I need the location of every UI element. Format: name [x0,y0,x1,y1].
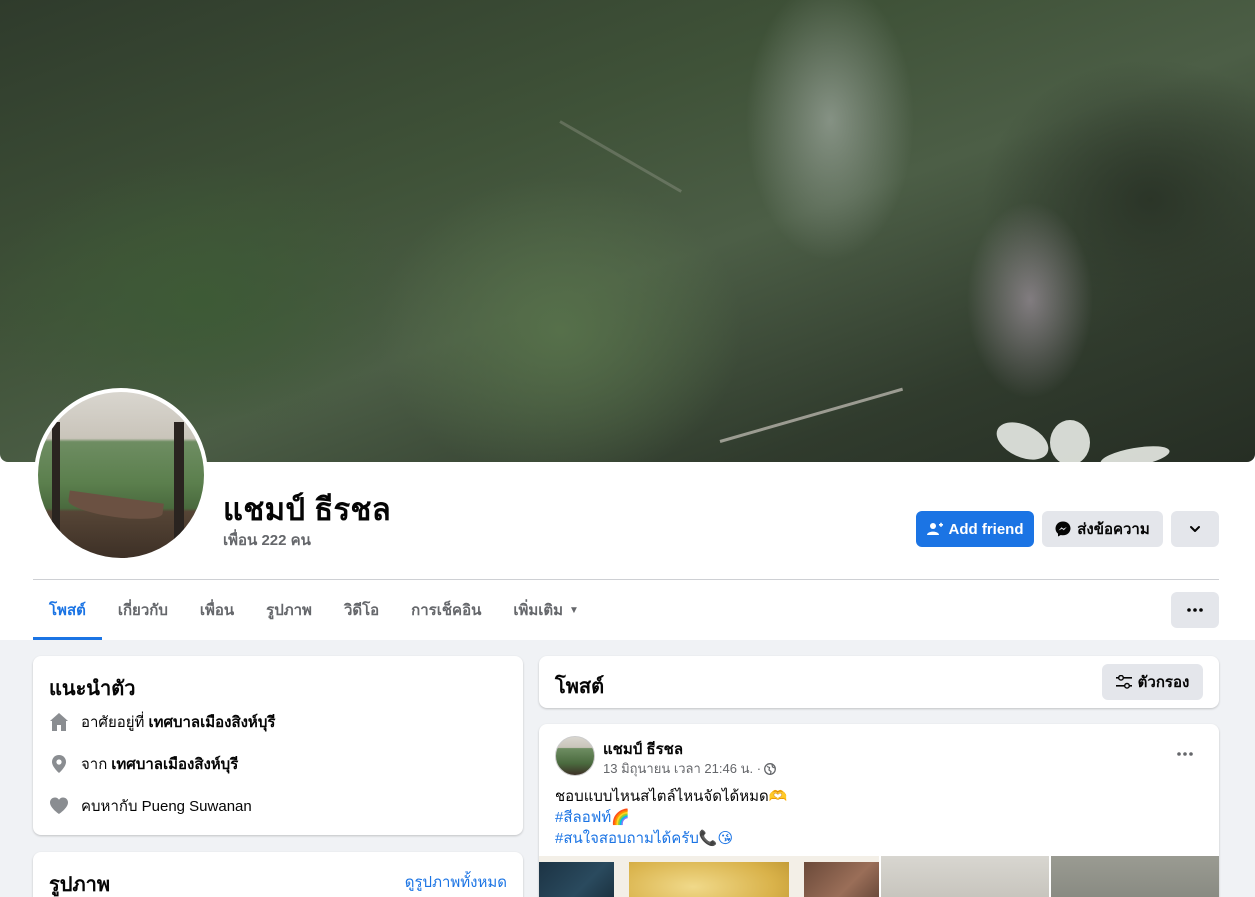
relationship-text: คบหากับ Pueng Suwanan [81,798,252,815]
location-pin-icon [49,754,69,774]
intro-from: จาก เทศบาลเมืองสิงห์บุรี [49,752,238,776]
profile-picture[interactable] [34,388,208,562]
ellipsis-icon [1177,752,1193,756]
lives-in-prefix: อาศัยอยู่ที่ [81,714,145,731]
intro-title: แนะนำตัว [49,678,136,700]
profile-name: แชมป์ ธีรชล [223,492,392,527]
tab-more[interactable]: เพิ่มเติม ▼ [497,580,595,640]
post-photo-3[interactable] [1051,856,1219,897]
tab-photos[interactable]: รูปภาพ [250,580,328,640]
tab-videos[interactable]: วิดีโอ [328,580,395,640]
photos-card: รูปภาพ ดูรูปภาพทั้งหมด [33,852,523,897]
tab-more-label: เพิ่มเติม [513,602,564,619]
posts-title: โพสต์ [555,676,605,698]
messenger-icon [1055,521,1071,537]
hashtag-link-2[interactable]: #สนใจสอบถามได้ครับ📞😘 [555,828,787,849]
cover-photo[interactable] [0,0,1255,462]
add-person-icon [926,522,943,535]
post-line-1: ชอบแบบไหนสไตล์ไหนจัดได้หมด🫶 [555,788,788,805]
post-text: ชอบแบบไหนสไตล์ไหนจัดได้หมด🫶 #สีลอฟท์🌈 #ส… [555,786,787,849]
profile-header: แชมป์ ธีรชล เพื่อน 222 คน Add friend ส่ง… [0,0,1255,640]
ellipsis-icon [1187,608,1203,612]
more-options-dropdown-button[interactable] [1171,511,1219,547]
post-author-avatar[interactable] [555,736,595,776]
tab-checkins-label: การเช็คอิน [411,602,482,619]
intro-card: แนะนำตัว อาศัยอยู่ที่ เทศบาลเมืองสิงห์บุ… [33,656,523,835]
post-timestamp[interactable]: 13 มิถุนายน เวลา 21:46 น. · [603,758,761,779]
tab-friends-label: เพื่อน [199,602,235,619]
hashtag-link-1[interactable]: #สีลอฟท์🌈 [555,807,787,828]
from-place[interactable]: เทศบาลเมืองสิงห์บุรี [111,752,238,776]
filter-sliders-icon [1115,675,1132,689]
tab-about[interactable]: เกี่ยวกับ [102,580,184,640]
message-button[interactable]: ส่งข้อความ [1042,511,1163,547]
post-options-button[interactable] [1167,742,1203,766]
tab-posts-label: โพสต์ [49,602,86,619]
heart-icon [49,796,69,816]
caret-down-icon: ▼ [569,604,579,616]
intro-lives-in: อาศัยอยู่ที่ เทศบาลเมืองสิงห์บุรี [49,710,275,734]
filter-button[interactable]: ตัวกรอง [1102,664,1203,700]
globe-icon [764,762,776,775]
message-label: ส่งข้อความ [1077,521,1150,538]
filter-label: ตัวกรอง [1137,674,1190,691]
friend-count[interactable]: เพื่อน 222 คน [223,528,311,552]
post-meta: 13 มิถุนายน เวลา 21:46 น. · [603,758,776,779]
post-card: แชมป์ ธีรชล 13 มิถุนายน เวลา 21:46 น. · … [539,724,1219,897]
home-icon [49,712,69,732]
intro-relationship: คบหากับ Pueng Suwanan [49,794,252,818]
tab-videos-label: วิดีโอ [343,602,380,619]
tab-photos-label: รูปภาพ [266,602,312,619]
see-all-photos-link[interactable]: ดูรูปภาพทั้งหมด [405,870,507,894]
photos-title: รูปภาพ [49,874,111,896]
posts-header-card: โพสต์ ตัวกรอง [539,656,1219,708]
lives-in-place[interactable]: เทศบาลเมืองสิงห์บุรี [148,710,275,734]
post-photo-2[interactable] [881,856,1049,897]
chevron-down-icon [1190,526,1200,532]
add-friend-button[interactable]: Add friend [916,511,1034,547]
tab-checkins[interactable]: การเช็คอิน [395,580,497,640]
profile-tabs: โพสต์ เกี่ยวกับ เพื่อน รูปภาพ วิดีโอ การ… [33,580,595,640]
tab-posts[interactable]: โพสต์ [33,580,102,640]
post-photo-1[interactable] [539,856,879,897]
add-friend-label: Add friend [948,520,1024,538]
tab-about-label: เกี่ยวกับ [117,602,168,619]
tabs-more-button[interactable] [1171,592,1219,628]
tab-friends[interactable]: เพื่อน [184,580,250,640]
from-prefix: จาก [81,756,108,773]
